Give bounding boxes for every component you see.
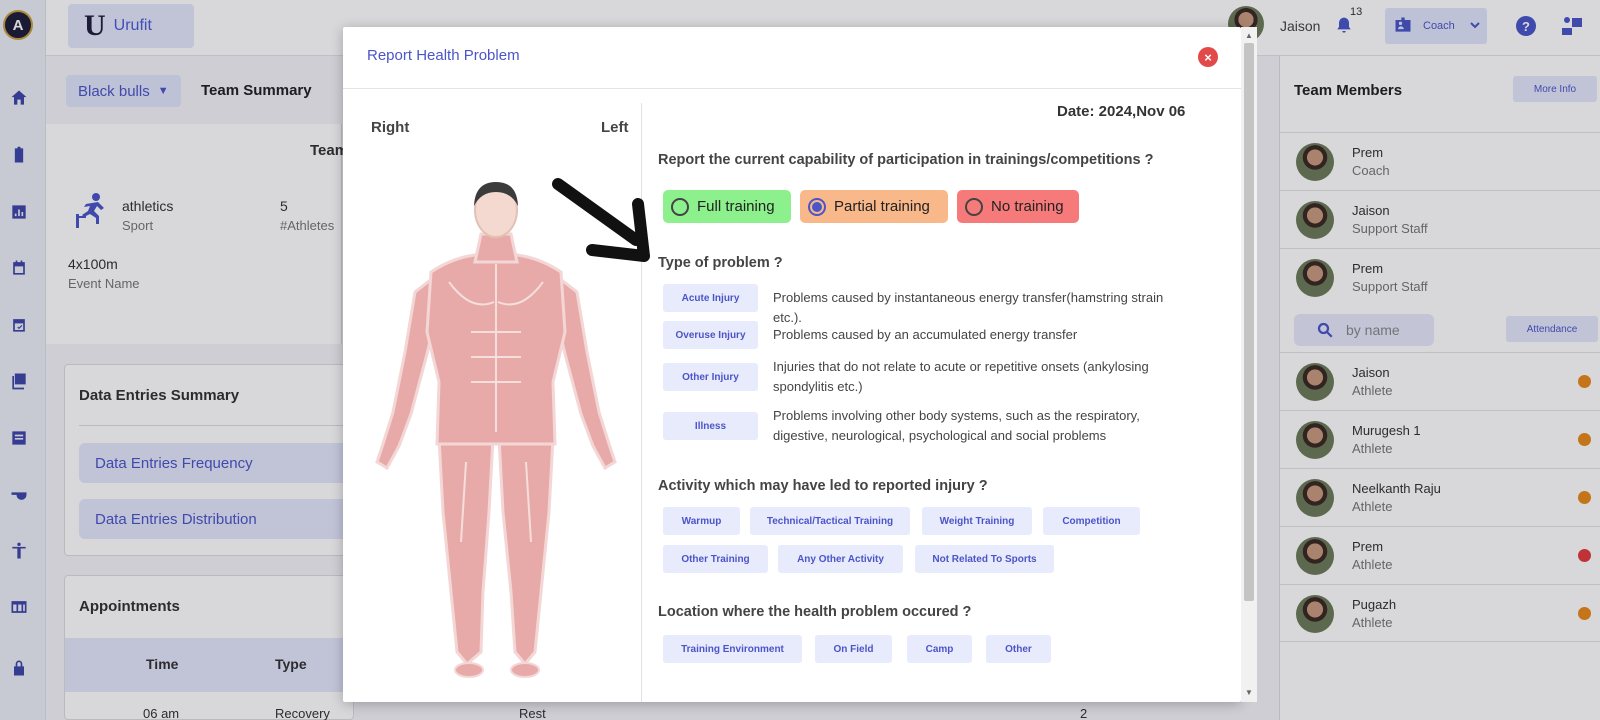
capability-partial-training[interactable]: Partial training bbox=[800, 190, 948, 223]
close-icon[interactable]: × bbox=[1198, 47, 1218, 67]
capability-label: Partial training bbox=[834, 198, 930, 215]
modal-title: Report Health Problem bbox=[367, 47, 520, 64]
activity-chip[interactable]: Any Other Activity bbox=[778, 545, 903, 573]
problem-type-description: Problems caused by an accumulated energy… bbox=[773, 327, 1078, 342]
question-location: Location where the health problem occure… bbox=[658, 604, 972, 620]
scrollbar-thumb[interactable] bbox=[1244, 43, 1254, 601]
problem-type-illness[interactable]: Illness bbox=[663, 412, 758, 440]
capability-label: Full training bbox=[697, 198, 775, 215]
location-chip[interactable]: Training Environment bbox=[663, 635, 802, 663]
body-left-label: Left bbox=[601, 119, 629, 136]
problem-type-overuse-injury[interactable]: Overuse Injury bbox=[663, 321, 758, 349]
right-foot bbox=[510, 662, 540, 678]
question-capability: Report the current capability of partici… bbox=[658, 152, 1154, 168]
question-problem-type: Type of problem ? bbox=[658, 255, 783, 271]
modal-header: Report Health Problem × bbox=[343, 27, 1241, 89]
location-chip[interactable]: Camp bbox=[907, 635, 972, 663]
left-foot bbox=[454, 662, 484, 678]
activity-chip[interactable]: Competition bbox=[1043, 507, 1140, 535]
radio-button-selected bbox=[808, 197, 826, 216]
report-date: Date: 2024,Nov 06 bbox=[1057, 103, 1186, 120]
activity-chip[interactable]: Warmup bbox=[663, 507, 740, 535]
location-chip[interactable]: Other bbox=[986, 635, 1051, 663]
radio-button bbox=[965, 197, 983, 216]
body-right-label: Right bbox=[371, 119, 410, 136]
pointing-arrow-icon bbox=[552, 178, 650, 262]
report-health-problem-modal: Report Health Problem × Right Left Date:… bbox=[343, 27, 1241, 702]
problem-type-description: Problems caused by instantaneous energy … bbox=[773, 290, 1164, 325]
problem-type-other-injury[interactable]: Other Injury bbox=[663, 363, 758, 391]
activity-chip[interactable]: Weight Training bbox=[922, 507, 1032, 535]
activity-chip[interactable]: Other Training bbox=[663, 545, 768, 573]
problem-type-acute-injury[interactable]: Acute Injury bbox=[663, 284, 758, 312]
capability-label: No training bbox=[991, 198, 1064, 215]
problem-type-description: Injuries that do not relate to acute or … bbox=[773, 359, 1149, 394]
activity-chip[interactable]: Not Related To Sports bbox=[915, 545, 1054, 573]
radio-button bbox=[671, 197, 689, 216]
modal-scrollbar[interactable]: ▲ ▼ bbox=[1241, 27, 1257, 702]
capability-full-training[interactable]: Full training bbox=[663, 190, 791, 223]
activity-chip[interactable]: Technical/Tactical Training bbox=[750, 507, 910, 535]
question-activity: Activity which may have led to reported … bbox=[658, 478, 988, 494]
problem-type-description: Problems involving other body systems, s… bbox=[773, 408, 1140, 443]
location-chip[interactable]: On Field bbox=[815, 635, 892, 663]
scroll-up-icon[interactable]: ▲ bbox=[1245, 31, 1253, 40]
capability-no-training[interactable]: No training bbox=[957, 190, 1079, 223]
neck bbox=[473, 232, 519, 264]
scroll-down-icon[interactable]: ▼ bbox=[1245, 688, 1253, 697]
